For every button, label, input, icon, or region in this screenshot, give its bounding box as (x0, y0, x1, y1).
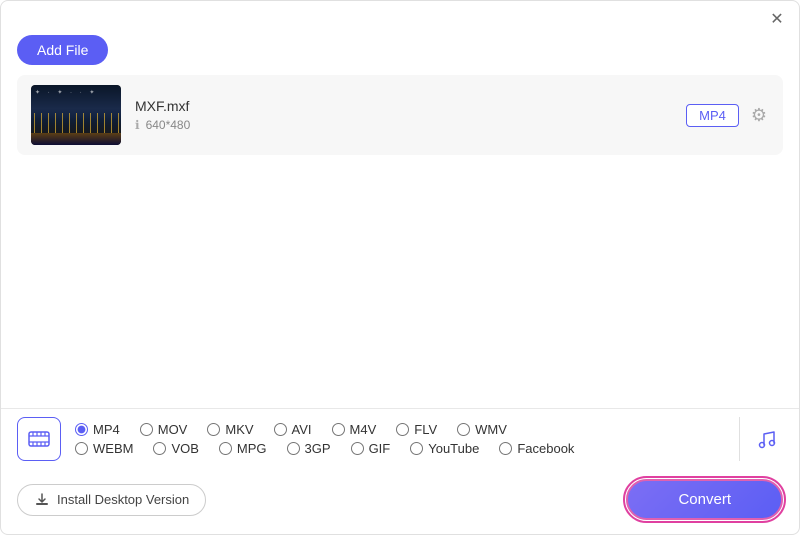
radio-label-webm: WEBM (93, 441, 133, 456)
radio-vob[interactable]: VOB (153, 441, 198, 456)
radio-input-webm[interactable] (75, 442, 88, 455)
radio-mkv[interactable]: MKV (207, 422, 253, 437)
radio-input-mp4[interactable] (75, 423, 88, 436)
radio-label-avi: AVI (292, 422, 312, 437)
file-thumbnail (31, 85, 121, 145)
radio-label-mkv: MKV (225, 422, 253, 437)
radio-label-vob: VOB (171, 441, 198, 456)
radio-mov[interactable]: MOV (140, 422, 188, 437)
radio-label-gif: GIF (369, 441, 391, 456)
radio-input-avi[interactable] (274, 423, 287, 436)
audio-format-button[interactable] (739, 417, 783, 461)
radio-avi[interactable]: AVI (274, 422, 312, 437)
radio-label-m4v: M4V (350, 422, 377, 437)
radio-label-mov: MOV (158, 422, 188, 437)
file-list: MXF.mxf ℹ 640*480 MP4 ⚙ (1, 75, 799, 408)
file-item: MXF.mxf ℹ 640*480 MP4 ⚙ (17, 75, 783, 155)
install-button[interactable]: Install Desktop Version (17, 484, 206, 516)
radio-input-flv[interactable] (396, 423, 409, 436)
radio-input-mkv[interactable] (207, 423, 220, 436)
music-note-icon (756, 428, 778, 450)
file-actions: MP4 ⚙ (686, 103, 769, 128)
radio-input-facebook[interactable] (499, 442, 512, 455)
radio-wmv[interactable]: WMV (457, 422, 507, 437)
format-bar: MP4 MOV MKV AVI M4V (1, 408, 799, 469)
radio-webm[interactable]: WEBM (75, 441, 133, 456)
film-icon (28, 428, 50, 450)
video-format-icon[interactable] (17, 417, 61, 461)
radio-label-facebook: Facebook (517, 441, 574, 456)
radio-input-gif[interactable] (351, 442, 364, 455)
radio-input-mov[interactable] (140, 423, 153, 436)
radio-3gp[interactable]: 3GP (287, 441, 331, 456)
format-row-2: WEBM VOB MPG 3GP GIF (75, 441, 731, 456)
radio-label-wmv: WMV (475, 422, 507, 437)
bottom-bar: Install Desktop Version Convert (1, 469, 799, 534)
radio-gif[interactable]: GIF (351, 441, 391, 456)
app-window: ✕ Add File MXF.mxf ℹ 640*480 (0, 0, 800, 535)
radio-label-youtube: YouTube (428, 441, 479, 456)
radio-input-vob[interactable] (153, 442, 166, 455)
radio-label-mp4: MP4 (93, 422, 120, 437)
download-icon (34, 492, 50, 508)
toolbar: Add File (1, 31, 799, 75)
radio-mp4[interactable]: MP4 (75, 422, 120, 437)
thumbnail-image (31, 85, 121, 145)
convert-button[interactable]: Convert (626, 479, 783, 520)
install-label: Install Desktop Version (57, 492, 189, 507)
file-resolution: 640*480 (146, 118, 191, 132)
radio-mpg[interactable]: MPG (219, 441, 267, 456)
format-options: MP4 MOV MKV AVI M4V (75, 422, 731, 456)
file-name: MXF.mxf (135, 98, 672, 114)
info-icon: ℹ (135, 118, 140, 132)
radio-label-3gp: 3GP (305, 441, 331, 456)
thumbnail-water (31, 133, 121, 145)
radio-label-mpg: MPG (237, 441, 267, 456)
add-file-button[interactable]: Add File (17, 35, 108, 65)
title-bar: ✕ (1, 1, 799, 31)
radio-input-youtube[interactable] (410, 442, 423, 455)
radio-input-3gp[interactable] (287, 442, 300, 455)
file-meta: ℹ 640*480 (135, 118, 672, 132)
file-info: MXF.mxf ℹ 640*480 (135, 98, 672, 132)
radio-m4v[interactable]: M4V (332, 422, 377, 437)
radio-input-wmv[interactable] (457, 423, 470, 436)
thumbnail-city-lights (31, 113, 121, 133)
radio-flv[interactable]: FLV (396, 422, 437, 437)
radio-youtube[interactable]: YouTube (410, 441, 479, 456)
radio-facebook[interactable]: Facebook (499, 441, 574, 456)
format-badge-button[interactable]: MP4 (686, 104, 739, 127)
radio-label-flv: FLV (414, 422, 437, 437)
radio-input-mpg[interactable] (219, 442, 232, 455)
format-row-1: MP4 MOV MKV AVI M4V (75, 422, 731, 437)
close-button[interactable]: ✕ (769, 11, 785, 27)
settings-button[interactable]: ⚙ (749, 103, 769, 128)
radio-input-m4v[interactable] (332, 423, 345, 436)
